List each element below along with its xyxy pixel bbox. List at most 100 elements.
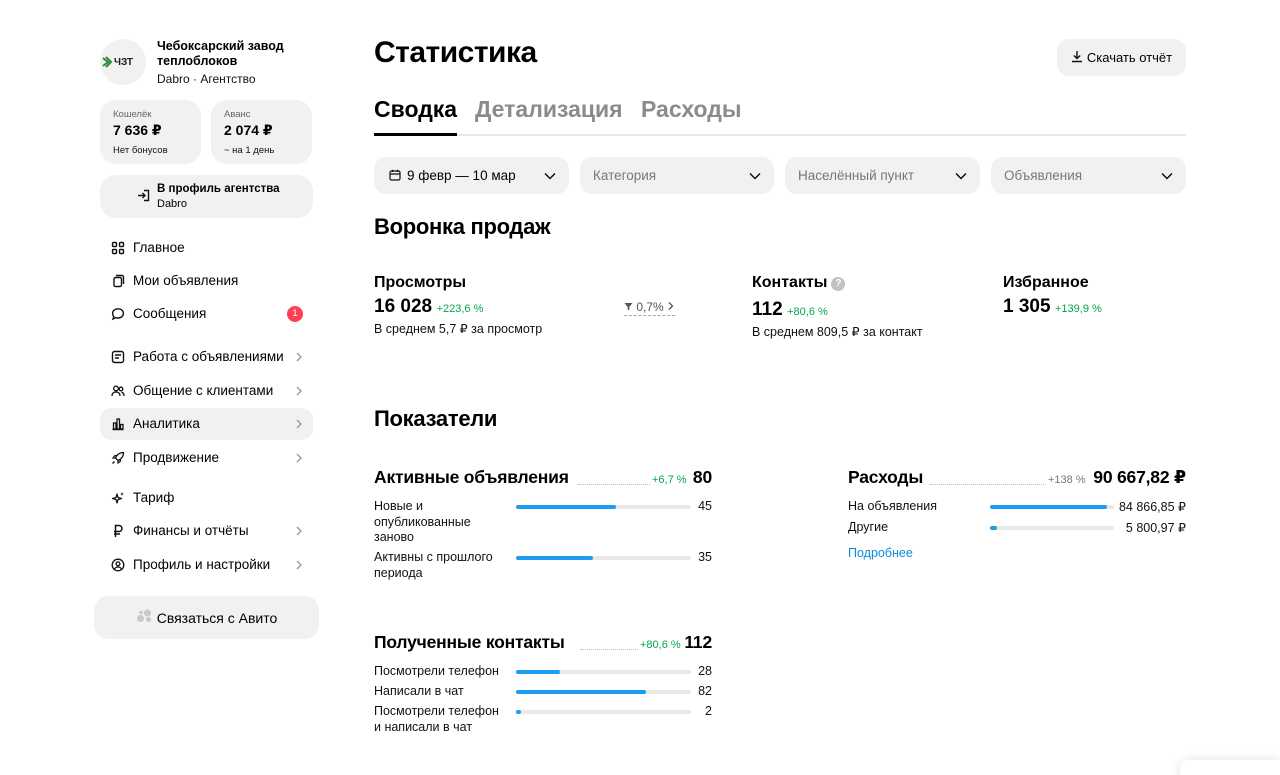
expenses-total: 90 667,82 ₽ bbox=[1093, 467, 1186, 487]
nav-item-promotion[interactable]: Продвижение bbox=[100, 442, 313, 474]
download-report-label: Скачать отчёт bbox=[1086, 50, 1173, 65]
ruble-icon bbox=[111, 524, 125, 538]
favorites-label: Избранное bbox=[1003, 274, 1089, 291]
progress-fill bbox=[516, 556, 593, 560]
progress-track bbox=[516, 670, 691, 674]
nav-item-ad-management[interactable]: Работа с объявлениями bbox=[100, 341, 313, 373]
wallet-bonus-note: Нет бонусов bbox=[113, 145, 168, 156]
contacts-label: Контакты bbox=[752, 274, 828, 291]
list-icon bbox=[111, 350, 125, 364]
chevron-right-icon bbox=[294, 350, 304, 369]
active-ads-total: 80 bbox=[692, 467, 712, 487]
help-icon[interactable]: ? bbox=[831, 277, 846, 291]
category-filter[interactable]: Категория bbox=[580, 157, 774, 194]
progress-track bbox=[516, 505, 691, 509]
ads-filter[interactable]: Объявления bbox=[991, 157, 1186, 194]
chat-icon bbox=[111, 307, 125, 321]
contacts-received-title: Полученные контакты bbox=[374, 632, 565, 652]
wallet-card[interactable]: Кошелёк 7 636 ₽ Нет бонусов bbox=[100, 100, 201, 164]
favorites-value: 1 305 bbox=[1003, 296, 1051, 317]
nav-label: Мои объявления bbox=[133, 273, 239, 288]
progress-fill bbox=[516, 505, 616, 509]
download-report-button[interactable]: Скачать отчёт bbox=[1057, 39, 1186, 76]
date-range-value: 9 февр — 10 мар bbox=[407, 168, 516, 183]
contacts-received-delta: +80,6 % bbox=[640, 639, 681, 651]
views-note: В среднем 5,7 ₽ за просмотр bbox=[374, 322, 543, 336]
expenses-row-label: На объявления bbox=[848, 499, 937, 513]
organization-name: Чебоксарский завод теплоблоков bbox=[157, 39, 284, 68]
chevron-right-icon bbox=[294, 451, 304, 470]
nav-label: Продвижение bbox=[133, 450, 220, 465]
expenses-row-value: 84 866,85 ₽ bbox=[1118, 500, 1186, 514]
active-ads-row-value: 35 bbox=[698, 550, 712, 564]
active-ads-row-label: Активны с прошлого периода bbox=[374, 550, 493, 580]
nav-label: Работа с объявлениями bbox=[133, 349, 284, 364]
locality-filter[interactable]: Населённый пункт bbox=[785, 157, 980, 194]
contact-avito-label: Связаться с Авито bbox=[156, 609, 278, 626]
progress-track bbox=[516, 690, 691, 694]
active-tab-indicator bbox=[374, 133, 457, 136]
contacts-delta: +80,6 % bbox=[787, 306, 828, 318]
agency-profile-button[interactable]: В профиль агентства Dabro bbox=[100, 175, 313, 218]
advance-balance: 2 074 ₽ bbox=[224, 122, 273, 138]
nav-label: Главное bbox=[133, 240, 185, 255]
tab-details[interactable]: Детализация bbox=[475, 96, 623, 123]
nav-item-analytics[interactable]: Аналитика bbox=[100, 408, 313, 440]
floating-widget-edge[interactable] bbox=[1180, 760, 1280, 775]
nav-label: Сообщения bbox=[133, 306, 207, 321]
advance-card[interactable]: Аванс 2 074 ₽ ~ на 1 день bbox=[211, 100, 312, 164]
chevron-right-icon bbox=[667, 300, 675, 314]
contact-avito-button[interactable]: Связаться с Авито bbox=[94, 596, 319, 639]
logo-text: ЧЗТ bbox=[114, 57, 133, 68]
nav-item-finance[interactable]: Финансы и отчёты bbox=[100, 515, 313, 547]
expenses-row-value: 5 800,97 ₽ bbox=[1125, 521, 1186, 535]
active-ads-row-label: Новые и опубликованные заново bbox=[374, 499, 471, 544]
locality-placeholder: Населённый пункт bbox=[798, 168, 915, 183]
contacts-note: В среднем 809,5 ₽ за контакт bbox=[752, 325, 923, 339]
users-icon bbox=[111, 384, 125, 398]
views-label: Просмотры bbox=[374, 274, 467, 291]
nav-item-profile-settings[interactable]: Профиль и настройки bbox=[100, 549, 313, 581]
views-metric: 16 028 +223,6 % bbox=[374, 296, 483, 318]
agency-profile-sub: Dabro bbox=[157, 198, 187, 210]
active-ads-row-value: 45 bbox=[698, 499, 712, 513]
organization-subtitle: Dabro · Агентство bbox=[157, 72, 256, 86]
tab-summary[interactable]: Сводка bbox=[374, 96, 457, 123]
chevron-down-icon bbox=[954, 169, 968, 186]
tab-expenses[interactable]: Расходы bbox=[641, 96, 742, 123]
advance-duration: ~ на 1 день bbox=[224, 145, 275, 156]
conversion-rate[interactable]: 0,7% bbox=[624, 300, 676, 316]
avito-logo-icon bbox=[136, 609, 153, 626]
expenses-more-link[interactable]: Подробнее bbox=[848, 546, 913, 560]
nav-item-tariff[interactable]: Тариф bbox=[100, 482, 313, 514]
contacts-value: 112 bbox=[752, 299, 783, 320]
page-title: Статистика bbox=[374, 36, 537, 69]
nav-item-client-communication[interactable]: Общение с клиентами bbox=[100, 375, 313, 407]
chevron-right-icon bbox=[294, 417, 304, 436]
leader-dots bbox=[930, 484, 1046, 485]
date-range-filter[interactable]: 9 февр — 10 мар bbox=[374, 157, 569, 194]
wallet-balance: 7 636 ₽ bbox=[113, 122, 162, 138]
leader-dots bbox=[580, 649, 638, 650]
sales-funnel-title: Воронка продаж bbox=[374, 214, 551, 239]
conversion-value: 0,7% bbox=[636, 300, 664, 314]
nav-item-messages[interactable]: Сообщения 1 bbox=[100, 298, 313, 330]
funnel-filter-icon bbox=[624, 300, 633, 314]
progress-fill bbox=[516, 710, 522, 714]
nav-item-my-ads[interactable]: Мои объявления bbox=[100, 265, 313, 297]
logo-mark: ЧЗТ bbox=[102, 56, 133, 68]
contacts-row-value: 82 bbox=[698, 684, 712, 698]
company-logo: ЧЗТ bbox=[100, 39, 146, 85]
category-placeholder: Категория bbox=[593, 168, 657, 183]
nav-item-main[interactable]: Главное bbox=[100, 232, 313, 264]
chevron-right-icon bbox=[294, 558, 304, 577]
active-ads-delta: +6,7 % bbox=[652, 474, 687, 486]
ads-placeholder: Объявления bbox=[1004, 168, 1083, 183]
progress-track bbox=[990, 505, 1114, 509]
user-circle-icon bbox=[111, 558, 125, 572]
nav-label: Тариф bbox=[133, 490, 175, 505]
contacts-row-value: 2 bbox=[705, 704, 712, 718]
unread-messages-badge: 1 bbox=[287, 306, 303, 322]
progress-track bbox=[516, 710, 691, 714]
chevron-down-icon bbox=[748, 169, 762, 186]
